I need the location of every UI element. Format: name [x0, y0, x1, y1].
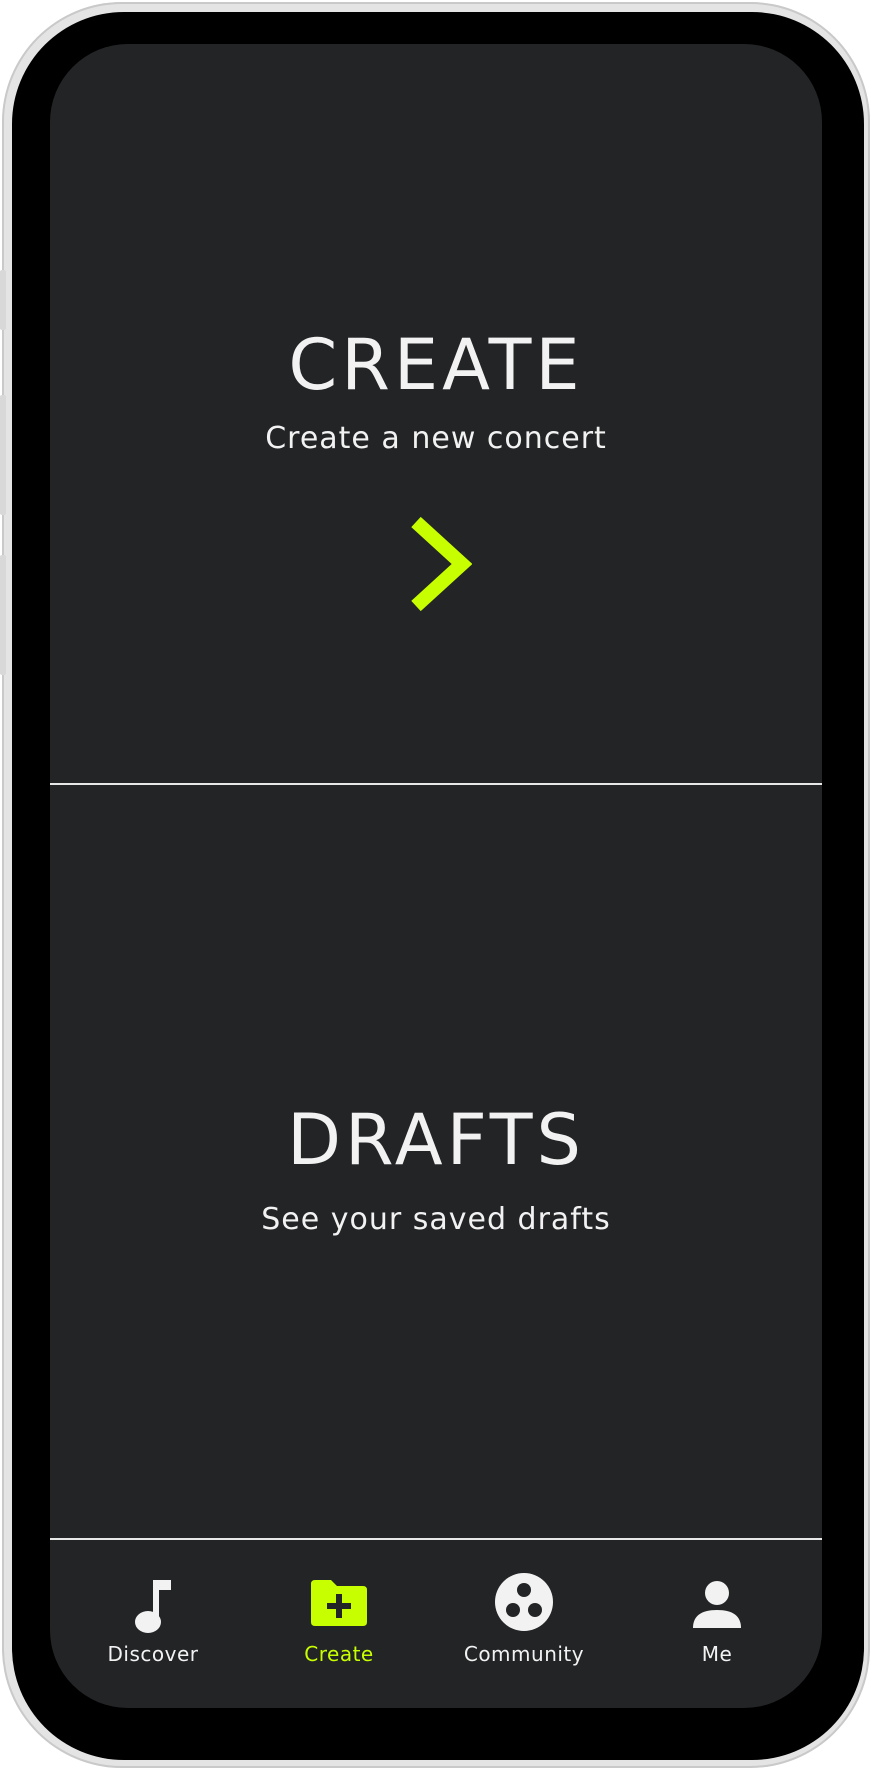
side-button	[0, 555, 6, 675]
music-note-icon	[135, 1580, 171, 1633]
nav-me[interactable]: Me	[637, 1540, 797, 1708]
nav-create[interactable]: Create	[259, 1540, 419, 1708]
nav-me-label: Me	[701, 1642, 733, 1666]
person-icon	[693, 1581, 741, 1628]
create-title: CREATE	[288, 324, 584, 406]
side-button	[0, 395, 6, 515]
nav-community-label: Community	[463, 1642, 585, 1666]
create-subtitle: Create a new concert	[265, 421, 607, 456]
drafts-subtitle: See your saved drafts	[261, 1202, 611, 1237]
chevron-right-icon[interactable]	[406, 512, 472, 616]
bottom-nav: Discover Create Community Me	[50, 1540, 822, 1708]
nav-discover-label: Discover	[107, 1642, 199, 1666]
folder-plus-icon	[311, 1580, 367, 1626]
screen: CREATE Create a new concert DRAFTS See y…	[50, 44, 822, 1708]
drafts-section[interactable]: DRAFTS See your saved drafts	[50, 785, 822, 1537]
community-icon	[495, 1573, 553, 1631]
side-button	[0, 270, 6, 330]
nav-discover[interactable]: Discover	[73, 1540, 233, 1708]
nav-community[interactable]: Community	[444, 1540, 604, 1708]
drafts-title: DRAFTS	[287, 1099, 585, 1181]
nav-create-label: Create	[304, 1642, 374, 1666]
create-section[interactable]: CREATE Create a new concert	[50, 44, 822, 784]
